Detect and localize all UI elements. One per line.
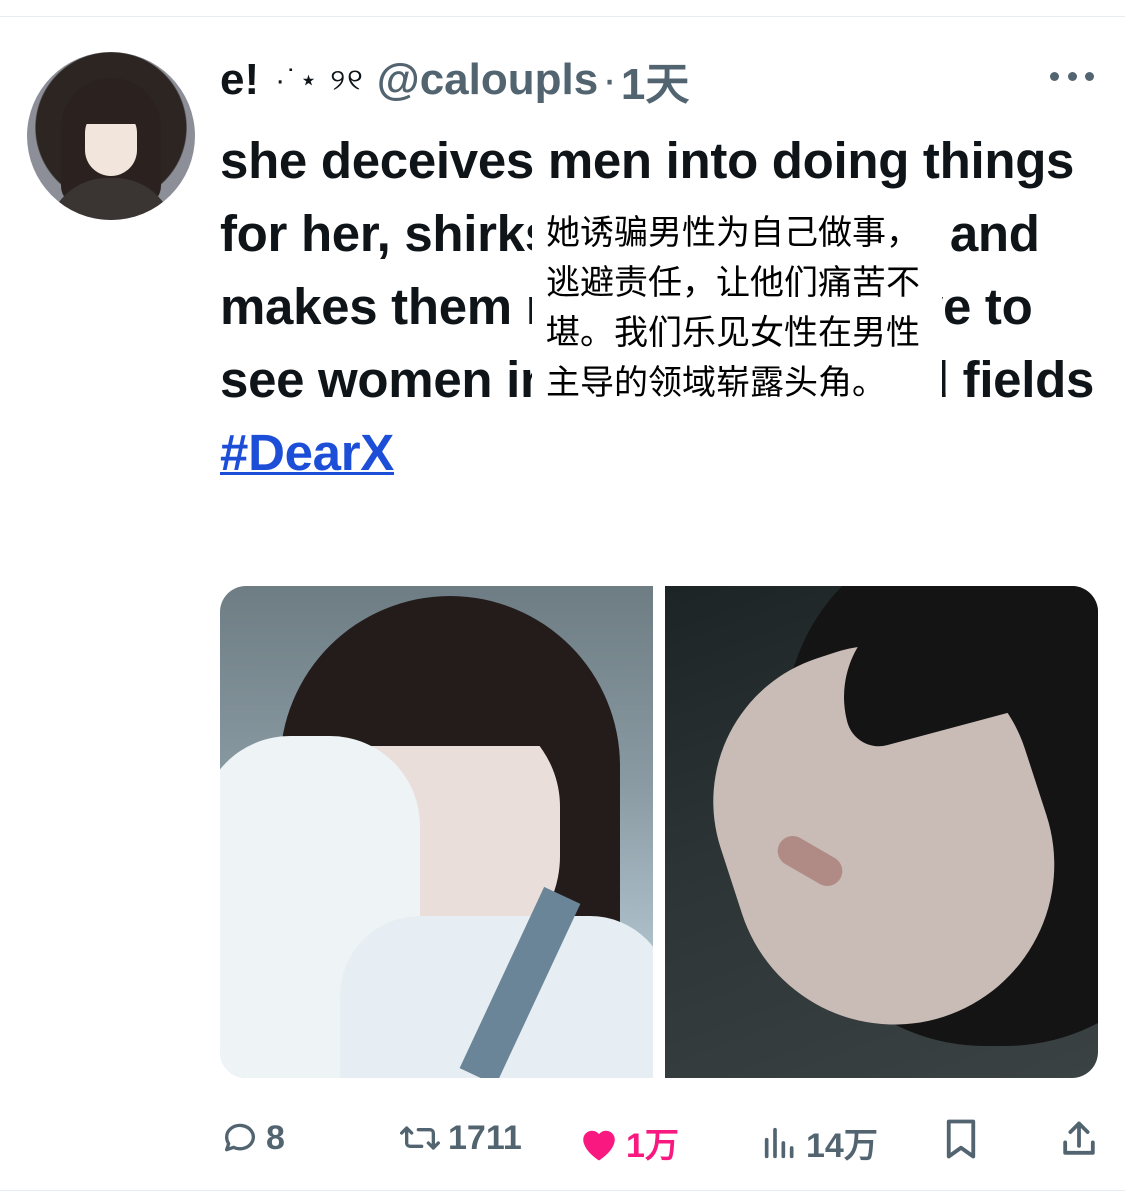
retweet-icon: [398, 1118, 442, 1158]
retweet-count: 1711: [448, 1118, 522, 1157]
like-button[interactable]: 1万: [578, 1118, 679, 1167]
share-button[interactable]: [1060, 1118, 1098, 1160]
display-name[interactable]: e!: [220, 55, 259, 105]
display-name-decoration: ·˙⋆ ୨୧: [275, 63, 365, 97]
bookmark-button[interactable]: [942, 1118, 980, 1160]
tweet-header: e! ·˙⋆ ୨୧ @caloupls · 1天: [220, 50, 689, 110]
like-count: 1万: [626, 1127, 679, 1165]
media-photo-left[interactable]: [220, 586, 653, 1078]
translation-overlay: 她诱骗男性为自己做事，逃避责任，让他们痛苦不堪。我们乐见女性在男性主导的领域崭露…: [532, 200, 942, 460]
heart-icon: [578, 1123, 620, 1163]
timestamp[interactable]: 1天: [621, 48, 689, 112]
bottom-divider: [0, 1190, 1125, 1191]
tweet-actions: 8 1711 1万 14万: [220, 1110, 1098, 1170]
views-icon: [760, 1123, 800, 1163]
user-handle[interactable]: @caloupls: [377, 55, 598, 105]
reply-button[interactable]: 8: [220, 1118, 285, 1158]
separator: ·: [602, 55, 617, 104]
reply-count: 8: [266, 1118, 285, 1157]
views-count: 14万: [806, 1127, 878, 1165]
bookmark-icon: [942, 1118, 980, 1160]
more-icon[interactable]: [1050, 66, 1094, 86]
retweet-button[interactable]: 1711: [398, 1118, 522, 1158]
media-photo-right[interactable]: [665, 586, 1098, 1078]
avatar-bangs: [81, 100, 141, 124]
avatar[interactable]: [27, 52, 195, 220]
photo-element: [330, 656, 570, 746]
views-button[interactable]: 14万: [760, 1118, 878, 1167]
reply-icon: [220, 1118, 260, 1158]
media-grid: [220, 586, 1098, 1078]
share-icon: [1060, 1118, 1098, 1160]
top-divider: [0, 16, 1125, 17]
hashtag-link[interactable]: #DearX: [220, 424, 394, 481]
